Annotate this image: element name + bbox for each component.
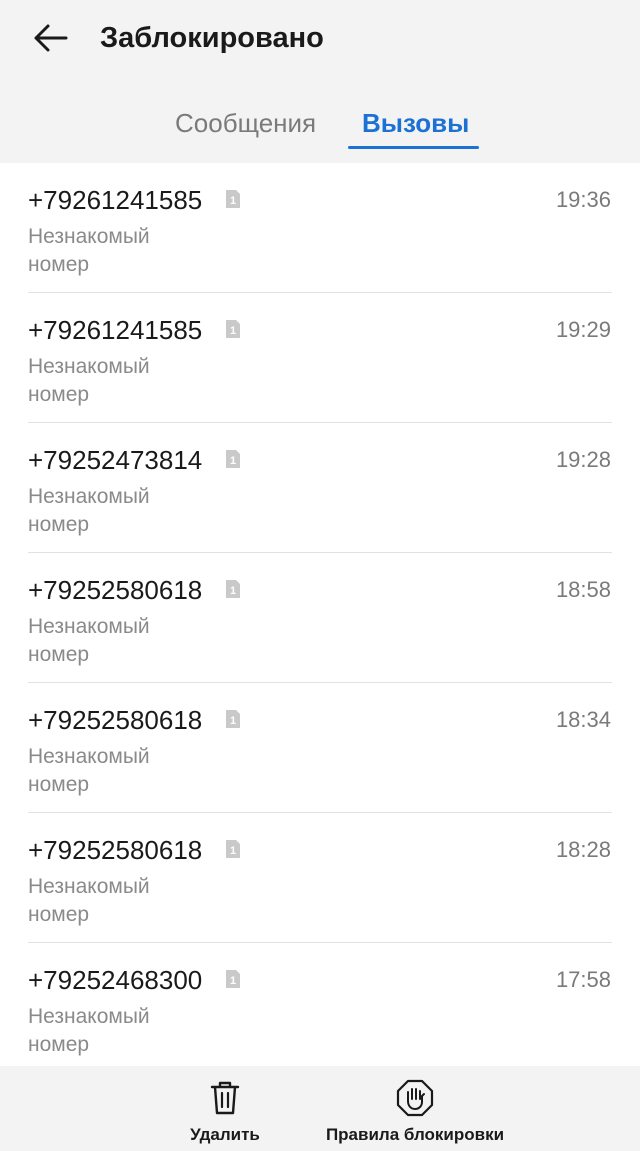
- active-tab-indicator: [348, 146, 479, 149]
- block-rules-button[interactable]: Правила блокировки: [318, 1066, 512, 1151]
- call-description: Незнакомый номер: [28, 355, 150, 406]
- call-number: +79261241585: [28, 315, 203, 345]
- sim-card-1-icon: 1: [226, 970, 240, 988]
- call-description: Незнакомый номер: [28, 875, 150, 926]
- call-number: +79261241585: [28, 185, 203, 215]
- call-time: 18:28: [555, 837, 611, 862]
- tab-bar: Сообщения Вызовы: [0, 95, 640, 163]
- rules-icon-wrap: [395, 1078, 435, 1118]
- tab-calls[interactable]: Вызовы: [362, 105, 469, 141]
- svg-text:1: 1: [230, 845, 236, 857]
- back-button[interactable]: [26, 16, 74, 60]
- block-hand-icon: [396, 1079, 434, 1117]
- page-title: Заблокировано: [100, 22, 324, 54]
- call-time: 19:28: [555, 447, 611, 472]
- sim-card-1-icon: 1: [226, 710, 240, 728]
- call-description: Незнакомый номер: [28, 615, 150, 666]
- call-description: Незнакомый номер: [28, 225, 150, 276]
- call-number: +79252468300: [28, 965, 203, 995]
- call-description: Незнакомый номер: [28, 745, 150, 796]
- top-app-bar: Заблокировано Сообщения Вызовы: [0, 0, 640, 163]
- svg-text:1: 1: [230, 715, 236, 727]
- svg-text:1: 1: [230, 455, 236, 467]
- call-row[interactable]: +79261241585 1 19:29 Незнакомый номер: [28, 293, 612, 423]
- delete-button[interactable]: Удалить: [172, 1066, 278, 1151]
- call-number: +79252473814: [28, 445, 203, 475]
- block-rules-label: Правила блокировки: [325, 1125, 505, 1144]
- call-row[interactable]: +79252580618 1 18:34 Незнакомый номер: [28, 683, 612, 813]
- arrow-left-icon: [34, 24, 68, 52]
- call-row[interactable]: +79252468300 1 17:58 Незнакомый номер: [28, 943, 612, 1066]
- call-time: 19:36: [555, 187, 611, 212]
- svg-text:1: 1: [230, 195, 236, 207]
- delete-icon-wrap: [205, 1078, 245, 1118]
- svg-text:1: 1: [230, 585, 236, 597]
- call-number: +79252580618: [28, 705, 203, 735]
- call-time: 17:58: [555, 967, 611, 992]
- tab-messages[interactable]: Сообщения: [175, 105, 316, 141]
- call-number: +79252580618: [28, 835, 203, 865]
- sim-card-1-icon: 1: [226, 450, 240, 468]
- call-time: 18:34: [555, 707, 611, 732]
- call-time: 18:58: [555, 577, 611, 602]
- sim-card-1-icon: 1: [226, 320, 240, 338]
- sim-card-1-icon: 1: [226, 840, 240, 858]
- delete-label: Удалить: [190, 1125, 260, 1144]
- call-time: 19:29: [555, 317, 611, 342]
- svg-text:1: 1: [230, 325, 236, 337]
- call-number: +79252580618: [28, 575, 203, 605]
- svg-text:1: 1: [230, 975, 236, 987]
- blocked-calls-list: +79261241585 1 19:36 Незнакомый номер +7…: [0, 163, 640, 1066]
- sim-card-1-icon: 1: [226, 580, 240, 598]
- bottom-action-bar: Удалить Правила блокировки: [0, 1066, 640, 1151]
- trash-icon: [210, 1081, 240, 1115]
- call-row[interactable]: +79261241585 1 19:36 Незнакомый номер: [28, 163, 612, 293]
- call-description: Незнакомый номер: [28, 1005, 150, 1056]
- call-row[interactable]: +79252580618 1 18:58 Незнакомый номер: [28, 553, 612, 683]
- sim-card-1-icon: 1: [226, 190, 240, 208]
- call-description: Незнакомый номер: [28, 485, 150, 536]
- call-row[interactable]: +79252473814 1 19:28 Незнакомый номер: [28, 423, 612, 553]
- call-row[interactable]: +79252580618 1 18:28 Незнакомый номер: [28, 813, 612, 943]
